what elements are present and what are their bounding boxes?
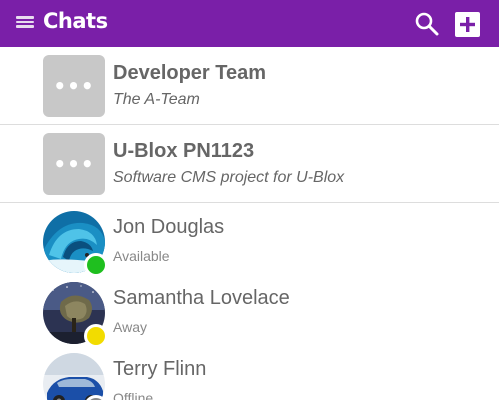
- menu-bar: [16, 16, 34, 19]
- add-icon[interactable]: [455, 12, 480, 37]
- group-name: Developer Team: [113, 62, 267, 84]
- avatar: [43, 353, 105, 400]
- search-icon[interactable]: [414, 11, 440, 37]
- group-name: U-Blox PN1123: [113, 140, 255, 162]
- group-chat-row[interactable]: ••• U-Blox PN1123 Software CMS project f…: [0, 125, 499, 203]
- contact-row[interactable]: Samantha Lovelace Away: [0, 274, 499, 348]
- contact-name: Samantha Lovelace: [113, 287, 290, 309]
- chat-app: Chats ••• Developer Team The A-Team ••• …: [0, 0, 499, 400]
- contact-name: Terry Flinn: [113, 358, 207, 380]
- app-header: Chats: [0, 0, 499, 47]
- contact-status: Away: [113, 319, 147, 335]
- group-chat-row[interactable]: ••• Developer Team The A-Team: [0, 47, 499, 125]
- chat-list: ••• Developer Team The A-Team ••• U-Blox…: [0, 47, 499, 400]
- car-avatar-image: [43, 353, 105, 400]
- group-subtitle: Software CMS project for U-Blox: [113, 169, 345, 186]
- contact-name: Jon Douglas: [113, 216, 225, 238]
- group-avatar: •••: [43, 133, 105, 195]
- menu-bar: [16, 20, 34, 24]
- group-avatar: •••: [43, 55, 105, 117]
- menu-icon[interactable]: [16, 14, 34, 30]
- contact-status: Available: [113, 248, 170, 264]
- contact-row[interactable]: Jon Douglas Available: [0, 203, 499, 277]
- contact-row[interactable]: Terry Flinn Offline: [0, 345, 499, 400]
- group-subtitle: The A-Team: [113, 91, 200, 108]
- contact-status: Offline: [113, 390, 154, 400]
- page-title: Chats: [43, 9, 108, 33]
- menu-bar: [16, 25, 34, 28]
